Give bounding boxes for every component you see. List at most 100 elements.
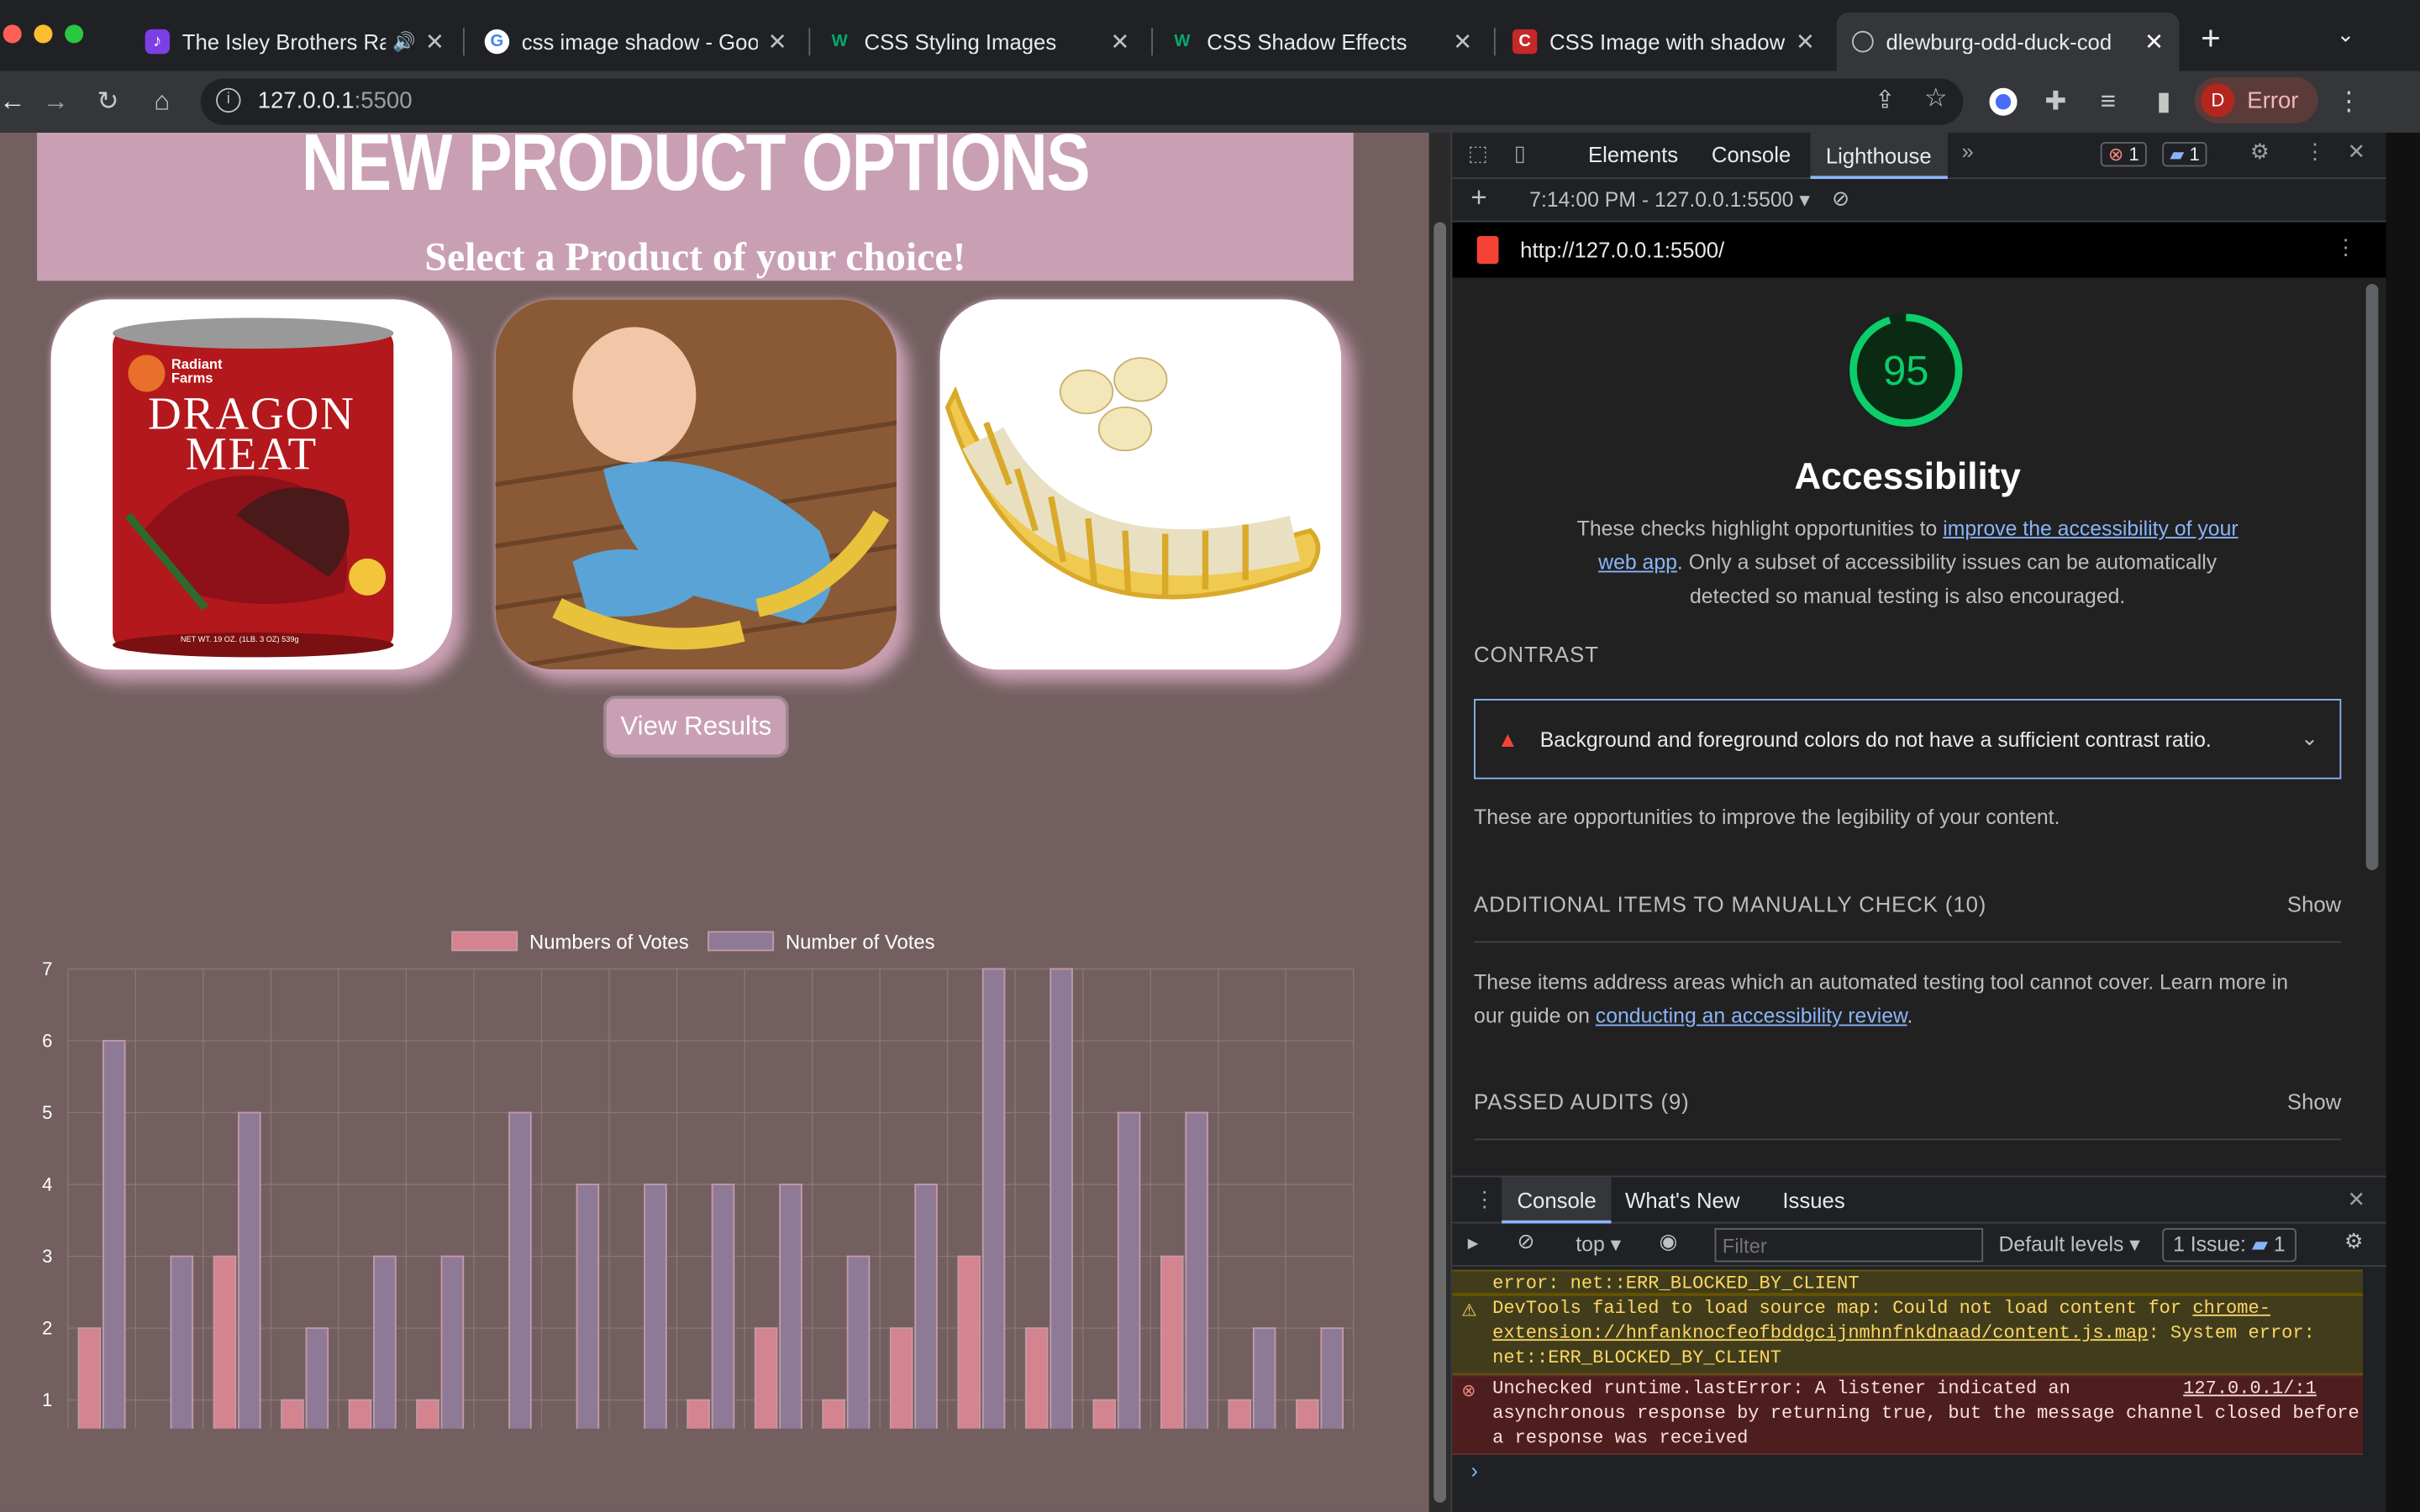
profile-button[interactable]: D Error (2194, 76, 2318, 123)
message-count-badge[interactable]: ▰ 1 (2162, 141, 2207, 167)
browser-toolbar: ← → ↻ ⌂ i 127.0.0.1:5500 ⇪ ☆ ✚ ≡ ▮ D Err… (0, 71, 2420, 133)
inspect-element-icon[interactable]: ⬚ (1468, 140, 1488, 166)
close-window-button[interactable] (3, 24, 22, 44)
log-levels-dropdown[interactable]: Default levels ▾ (1999, 1233, 2140, 1257)
error-count-badge[interactable]: ⊗ 1 (2100, 141, 2148, 167)
media-control-icon[interactable]: ≡ (2090, 83, 2127, 120)
bar-numbers-of-votes (77, 1327, 102, 1429)
live-expression-eye-icon[interactable]: ◉ (1659, 1230, 1677, 1254)
devtools-panel: ⬚ ▯ Elements Console Lighthouse » ⊗ 1 ▰ … (1450, 132, 2386, 1512)
console-drawer: ⋮ Console What's New Issues ✕ ▸ ⊘ top ▾ … (1452, 1175, 2386, 1512)
show-passed-button[interactable]: Show (2287, 1089, 2341, 1114)
bookmark-star-icon[interactable]: ☆ (1924, 83, 1948, 114)
avatar: D (2201, 83, 2235, 118)
close-tab-icon[interactable]: ✕ (1796, 28, 1815, 55)
share-icon[interactable]: ⇪ (1875, 85, 1896, 116)
browser-tab-active[interactable]: dlewburg-odd-duck-cod ✕ (1836, 12, 2180, 71)
drawer-tab-console[interactable]: Console (1502, 1177, 1612, 1224)
close-tab-icon[interactable]: ✕ (2144, 28, 2164, 55)
report-selector[interactable]: 7:14:00 PM - 127.0.0.1:5500 ▾ (1529, 188, 1810, 213)
home-icon[interactable]: ⌂ (144, 83, 181, 120)
close-tab-icon[interactable]: ✕ (1453, 28, 1472, 55)
page-scrollbar[interactable] (1428, 132, 1451, 1512)
sidebar-toggle-icon[interactable]: ▸ (1468, 1231, 1478, 1256)
address-bar[interactable]: i 127.0.0.1:5500 ⇪ ☆ (200, 78, 1964, 125)
clear-reports-icon[interactable]: ⊘ (1832, 186, 1849, 211)
tab-search-icon[interactable]: ⌄ (2337, 22, 2355, 48)
close-tab-icon[interactable]: ✕ (1110, 28, 1129, 55)
view-results-button[interactable]: View Results (603, 696, 789, 758)
browser-tab[interactable]: W CSS Shadow Effects ✕ (1155, 13, 1488, 71)
bar-number-of-votes (102, 1040, 126, 1429)
console-filter-input[interactable] (1714, 1228, 1984, 1263)
bar-numbers-of-votes (416, 1399, 439, 1429)
browser-tab[interactable]: W CSS Styling Images ✕ (812, 13, 1145, 71)
new-tab-icon[interactable]: + (2201, 18, 2221, 59)
bar-numbers-of-votes (348, 1399, 372, 1429)
drawer-tab-whats-new[interactable]: What's New (1625, 1188, 1739, 1212)
accessibility-review-link[interactable]: conducting an accessibility review (1596, 1005, 1907, 1028)
browser-tab[interactable]: ♪ The Isley Brothers Ra 🔊 ✕ (129, 13, 460, 71)
warning-icon: ⚠ (1461, 1300, 1477, 1321)
error-source-link[interactable]: 127.0.0.1/:1 (2183, 1376, 2317, 1400)
banana-slicer-image (944, 357, 1321, 600)
report-url: http://127.0.0.1:5500/ (1520, 237, 1725, 263)
console-toolbar: ▸ ⊘ top ▾ ◉ Default levels ▾ 1 Issue: ▰ … (1452, 1224, 2386, 1267)
forward-icon[interactable]: → (37, 83, 74, 120)
browser-tab[interactable]: C CSS Image with shadow ✕ (1497, 13, 1831, 71)
back-icon[interactable]: ← (0, 83, 31, 120)
devtools-menu-icon[interactable]: ⋮ (2304, 139, 2326, 165)
info-icon[interactable]: i (216, 87, 241, 113)
product-card-banana[interactable] (939, 299, 1342, 670)
y-tick-label: 5 (42, 1102, 52, 1123)
browser-menu-icon[interactable]: ⋮ (2330, 83, 2367, 120)
close-devtools-icon[interactable]: ✕ (2348, 139, 2366, 165)
product-card-dragon[interactable]: Radiant Farms DRAGON MEAT NET WT. 19 OZ.… (50, 299, 453, 670)
bar-number-of-votes (1050, 968, 1073, 1429)
context-selector[interactable]: top ▾ (1576, 1233, 1621, 1257)
puzzle-icon[interactable]: ✚ (2037, 83, 2074, 120)
show-manual-button[interactable]: Show (2287, 892, 2341, 916)
close-tab-icon[interactable]: ✕ (768, 28, 787, 55)
drawer-tab-issues[interactable]: Issues (1782, 1188, 1844, 1212)
maximize-window-button[interactable] (65, 24, 84, 44)
issues-counter[interactable]: 1 Issue: ▰ 1 (2162, 1228, 2296, 1263)
tab-console[interactable]: Console (1712, 142, 1791, 166)
clear-console-icon[interactable]: ⊘ (1517, 1230, 1534, 1254)
minimize-window-button[interactable] (34, 24, 53, 44)
extension-icon[interactable] (1985, 83, 2022, 120)
manual-checks-description: These items address areas which an autom… (1474, 970, 2288, 1028)
bar-numbers-of-votes (687, 1399, 710, 1429)
close-tab-icon[interactable]: ✕ (425, 28, 445, 55)
bar-number-of-votes (1320, 1327, 1344, 1429)
contrast-audit-row[interactable]: ▲ Background and foreground colors do no… (1474, 699, 2342, 780)
console-prompt-icon[interactable]: › (1470, 1458, 1478, 1483)
browser-tab[interactable]: G css image shadow - Goo ✕ (469, 13, 802, 71)
bar-number-of-votes (1117, 1111, 1141, 1429)
passed-audits-header: PASSED AUDITS (9) (1474, 1089, 1690, 1115)
chevron-down-icon[interactable]: ⌄ (2301, 727, 2318, 751)
product-card-petsweep[interactable] (495, 299, 897, 670)
device-toolbar-icon[interactable]: ▯ (1514, 140, 1526, 166)
tab-elements[interactable]: Elements (1588, 142, 1678, 166)
report-menu-icon[interactable]: ⋮ (2335, 234, 2357, 260)
more-tabs-icon[interactable]: » (1961, 139, 1973, 163)
close-drawer-icon[interactable]: ✕ (2348, 1186, 2366, 1212)
product-label: MEAT (185, 428, 318, 480)
tab-lighthouse[interactable]: Lighthouse (1810, 132, 1948, 180)
report-scrollbar[interactable] (2365, 283, 2379, 870)
scrollbar-thumb[interactable] (1434, 222, 1446, 1503)
speaker-icon[interactable]: 🔊 (392, 31, 415, 53)
error-icon: ⊗ (1461, 1380, 1476, 1401)
audit-title: Background and foreground colors do not … (1539, 727, 2212, 751)
console-settings-icon[interactable]: ⚙ (2344, 1230, 2363, 1254)
reload-icon[interactable]: ↻ (90, 83, 127, 120)
settings-gear-icon[interactable]: ⚙ (2250, 139, 2270, 165)
bar-number-of-votes (508, 1111, 532, 1429)
side-panel-icon[interactable]: ▮ (2145, 83, 2182, 120)
bar-numbers-of-votes (281, 1399, 304, 1429)
new-report-icon[interactable]: + (1470, 182, 1486, 215)
bar-number-of-votes (846, 1255, 871, 1429)
category-title: Accessibility (1794, 456, 2021, 499)
drawer-menu-icon[interactable]: ⋮ (1474, 1186, 1496, 1212)
